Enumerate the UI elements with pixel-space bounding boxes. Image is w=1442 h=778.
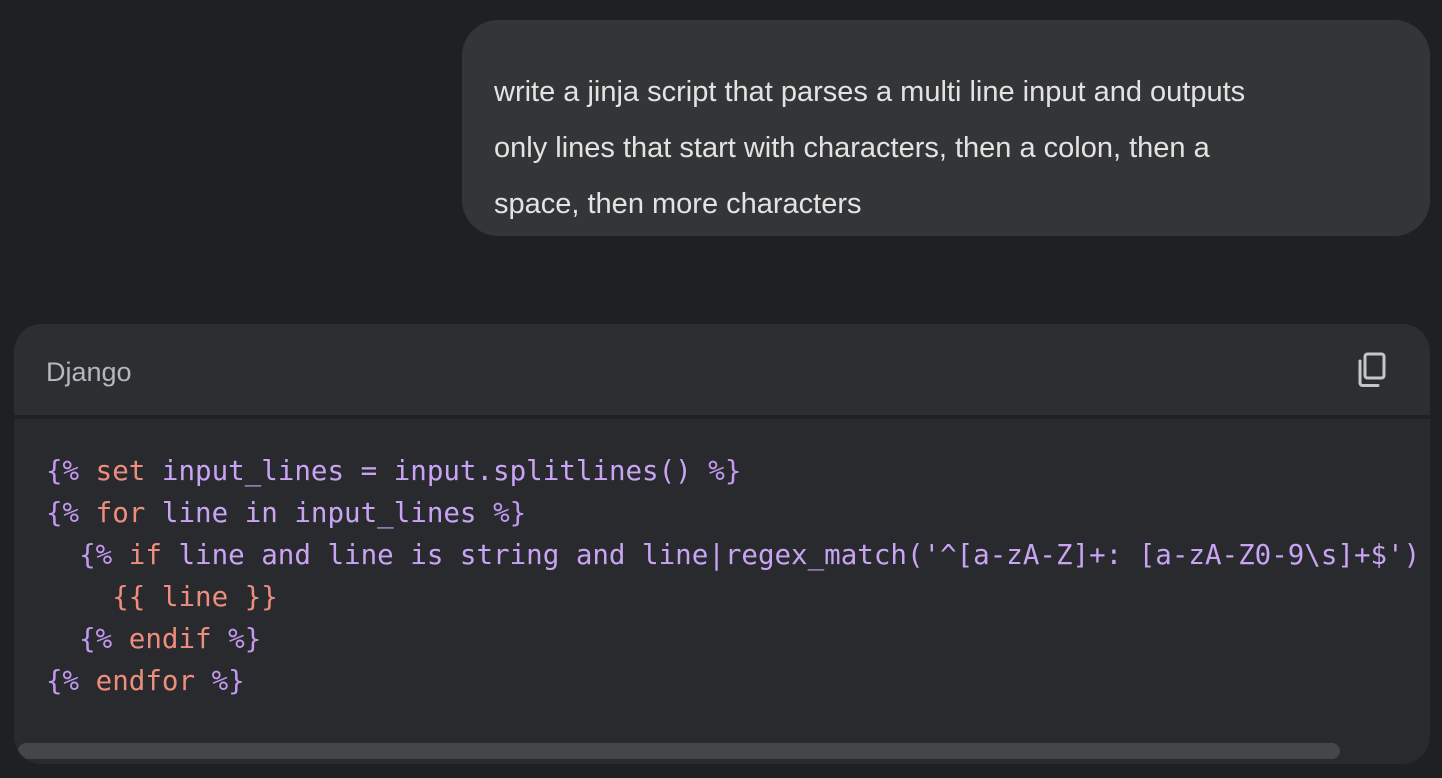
code-line: {{ line }}: [46, 576, 1420, 618]
copy-code-button[interactable]: [1352, 350, 1392, 390]
code-token: {%: [46, 497, 80, 529]
user-message-text: write a jinja script that parses a multi…: [494, 76, 1246, 220]
code-token: {%: [46, 539, 113, 571]
code-token: {%: [46, 623, 113, 655]
code-token: input_lines = input.splitlines(): [161, 455, 709, 487]
code-token: endif: [112, 623, 229, 655]
code-body: {% set input_lines = input.splitlines() …: [14, 419, 1430, 764]
code-token: %}: [493, 497, 527, 529]
code-line: {% set input_lines = input.splitlines() …: [46, 450, 1420, 492]
code-token: }}: [244, 581, 278, 613]
code-token: {%: [46, 665, 80, 697]
code-line: {% endfor %}: [46, 660, 1420, 702]
user-message-bubble: write a jinja script that parses a multi…: [462, 20, 1430, 236]
code-token: %}: [708, 455, 742, 487]
code-token: line in input_lines: [161, 497, 494, 529]
code-token: for: [79, 497, 162, 529]
code-token: set: [79, 455, 162, 487]
code-line: {% if line and line is string and line|r…: [46, 534, 1420, 576]
code-token: endfor: [79, 665, 212, 697]
code-token: if: [112, 539, 179, 571]
chat-page: write a jinja script that parses a multi…: [0, 0, 1442, 778]
code-token: line and line is string and line|regex_m…: [178, 539, 1421, 571]
code-content: {% set input_lines = input.splitlines() …: [46, 450, 1420, 702]
code-block: Django {% set input_lines = input.splitl…: [14, 324, 1430, 764]
code-token: line: [145, 581, 245, 613]
code-block-header: Django: [14, 324, 1430, 419]
scrollbar-thumb[interactable]: [18, 743, 1340, 759]
horizontal-scrollbar[interactable]: [14, 740, 1430, 764]
code-token: %}: [228, 623, 262, 655]
code-line: {% for line in input_lines %}: [46, 492, 1420, 534]
code-line: {% endif %}: [46, 618, 1420, 660]
code-language-label: Django: [46, 357, 132, 387]
code-token: %}: [211, 665, 245, 697]
code-token: {%: [46, 455, 80, 487]
code-token: {{: [46, 581, 146, 613]
copy-icon: [1358, 352, 1386, 387]
